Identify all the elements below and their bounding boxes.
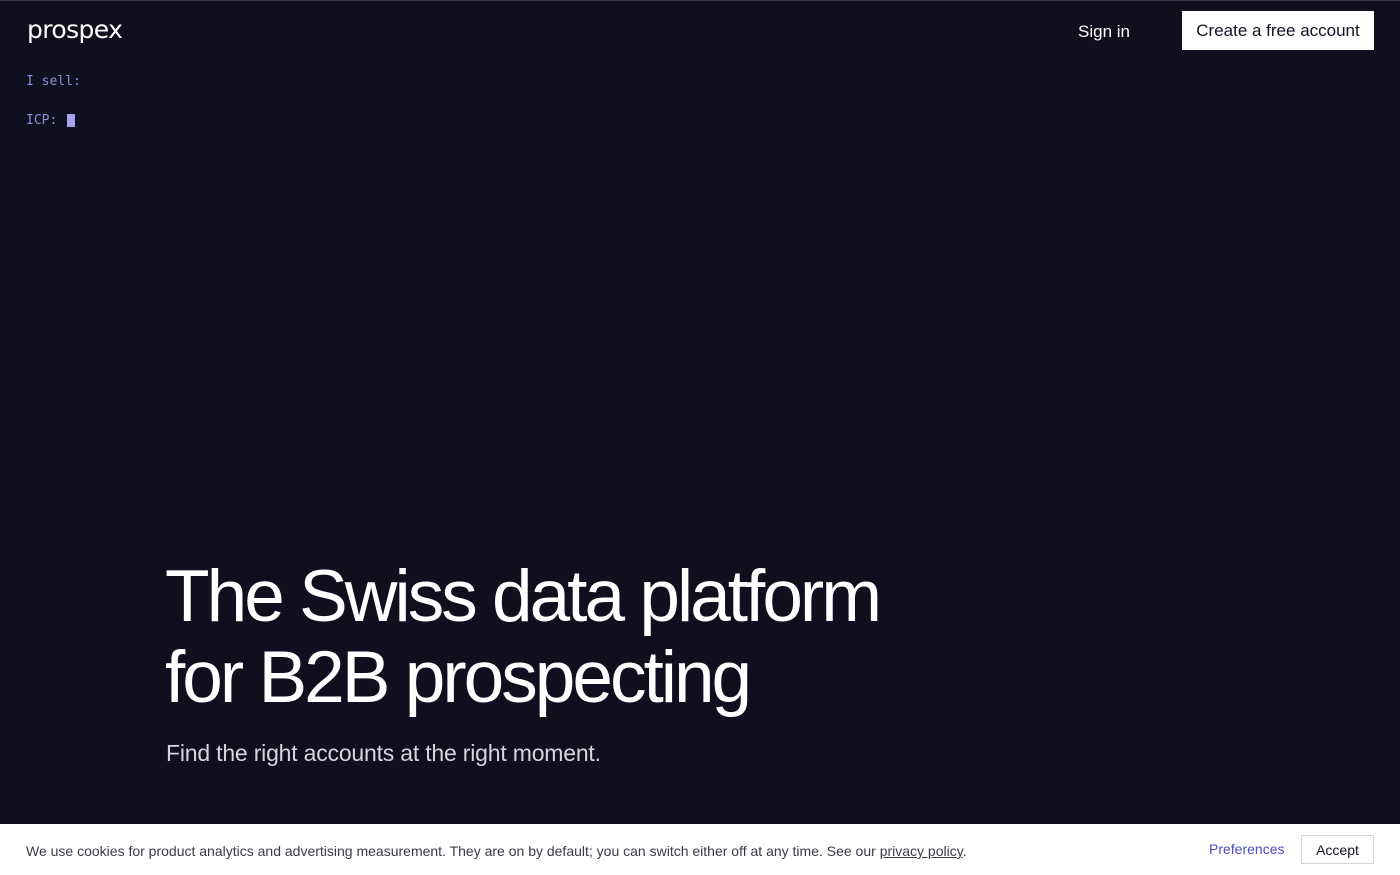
logo[interactable]: prospex bbox=[27, 15, 123, 44]
cookie-text-after: . bbox=[962, 843, 967, 859]
text-cursor-icon bbox=[67, 114, 76, 127]
hero-title-line-2: for B2B prospecting bbox=[165, 637, 752, 718]
cookie-text-before: We use cookies for product analytics and… bbox=[26, 843, 880, 859]
sign-in-link[interactable]: Sign in bbox=[1078, 22, 1130, 42]
top-border bbox=[0, 0, 1400, 1]
terminal-icp-label: ICP: bbox=[26, 113, 58, 128]
cookie-accept-button[interactable]: Accept bbox=[1301, 835, 1374, 864]
cookie-preferences-link[interactable]: Preferences bbox=[1209, 841, 1284, 857]
terminal-icp-line: ICP: bbox=[26, 113, 76, 128]
create-account-button[interactable]: Create a free account bbox=[1182, 11, 1374, 50]
cookie-message: We use cookies for product analytics and… bbox=[26, 843, 967, 859]
hero-title: The Swiss data platform for B2B prospect… bbox=[165, 556, 1065, 718]
terminal-sell-line: I sell: bbox=[26, 74, 81, 89]
cookie-banner: We use cookies for product analytics and… bbox=[0, 824, 1400, 875]
hero-subtitle: Find the right accounts at the right mom… bbox=[166, 740, 601, 766]
hero-title-line-1: The Swiss data platform bbox=[165, 556, 882, 637]
privacy-policy-link[interactable]: privacy policy bbox=[880, 843, 963, 859]
